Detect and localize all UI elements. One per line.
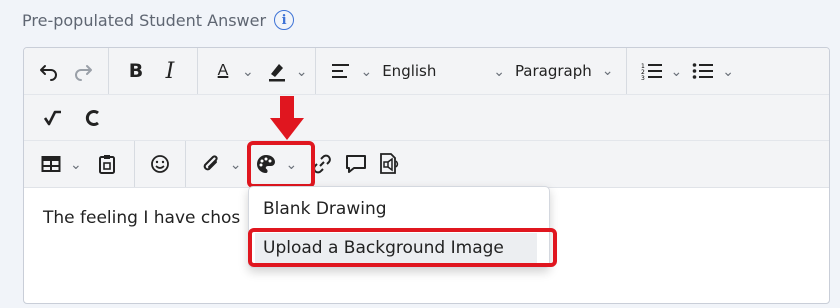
redo-icon[interactable] bbox=[66, 54, 100, 88]
color-group: A ⌄ ⌄ bbox=[198, 48, 317, 94]
editor-content[interactable]: The feeling I have chos bbox=[43, 208, 240, 228]
palette-highlight bbox=[247, 141, 315, 188]
editor-toolbar: B I A ⌄ ⌄ ⌄ English ⌄ Paragraph ⌄ 1 2 3 … bbox=[24, 48, 829, 188]
callout-arrow-icon bbox=[270, 96, 304, 140]
emoji-group bbox=[135, 141, 186, 187]
undo-icon[interactable] bbox=[32, 54, 66, 88]
upload-highlight bbox=[248, 228, 557, 267]
chemistry-icon[interactable] bbox=[76, 101, 110, 135]
attachment-icon[interactable] bbox=[194, 147, 228, 181]
chevron-down-icon[interactable]: ⌄ bbox=[493, 63, 505, 80]
text-style-group: B I bbox=[109, 48, 198, 94]
math-group bbox=[24, 95, 122, 141]
menu-item-blank-drawing[interactable]: Blank Drawing bbox=[263, 199, 387, 219]
italic-button[interactable]: I bbox=[153, 54, 187, 88]
emoji-icon[interactable] bbox=[143, 147, 177, 181]
align-left-icon[interactable] bbox=[324, 54, 358, 88]
speech-icon[interactable] bbox=[373, 147, 407, 181]
chevron-down-icon[interactable]: ⌄ bbox=[70, 156, 82, 173]
list-group: 123 ⌄ ⌄ bbox=[627, 48, 742, 94]
font-color-button[interactable]: A bbox=[206, 54, 240, 88]
numbered-list-icon[interactable]: 123 bbox=[635, 54, 669, 88]
square-root-icon[interactable] bbox=[36, 101, 70, 135]
chevron-down-icon[interactable]: ⌄ bbox=[230, 156, 242, 173]
toolbar-row-1: B I A ⌄ ⌄ ⌄ English ⌄ Paragraph ⌄ 1 2 3 … bbox=[24, 48, 829, 94]
table-group: ⌄ bbox=[24, 141, 135, 187]
comment-icon[interactable] bbox=[339, 147, 373, 181]
chevron-down-icon[interactable]: ⌄ bbox=[296, 63, 308, 80]
chevron-down-icon[interactable]: ⌄ bbox=[242, 63, 254, 80]
history-group bbox=[24, 48, 109, 94]
field-label: Pre-populated Student Answer bbox=[22, 10, 267, 30]
format-group: ⌄ English ⌄ Paragraph ⌄ bbox=[316, 48, 627, 94]
chevron-down-icon: ⌄ bbox=[601, 63, 614, 79]
svg-text:3: 3 bbox=[641, 75, 645, 81]
toolbar-row-3: ⌄ ⌄ ⌄ bbox=[24, 140, 829, 187]
block-format-value: Paragraph bbox=[514, 62, 592, 80]
highlight-color-icon[interactable] bbox=[260, 54, 294, 88]
info-icon[interactable]: i bbox=[274, 10, 295, 30]
language-select[interactable]: English bbox=[378, 54, 491, 88]
language-value: English bbox=[382, 62, 437, 80]
chevron-down-icon[interactable]: ⌄ bbox=[360, 63, 372, 80]
chevron-down-icon[interactable]: ⌄ bbox=[671, 63, 683, 80]
toolbar-row-2 bbox=[24, 94, 829, 141]
paste-icon[interactable] bbox=[90, 147, 124, 181]
block-format-select[interactable]: Paragraph ⌄ bbox=[511, 54, 618, 88]
field-label-row: Pre-populated Student Answer i bbox=[22, 8, 295, 32]
font-color-icon: A bbox=[217, 62, 229, 79]
chevron-down-icon[interactable]: ⌄ bbox=[722, 63, 734, 80]
bold-button[interactable]: B bbox=[119, 54, 153, 88]
bulleted-list-icon[interactable] bbox=[686, 54, 720, 88]
table-icon[interactable] bbox=[34, 147, 68, 181]
